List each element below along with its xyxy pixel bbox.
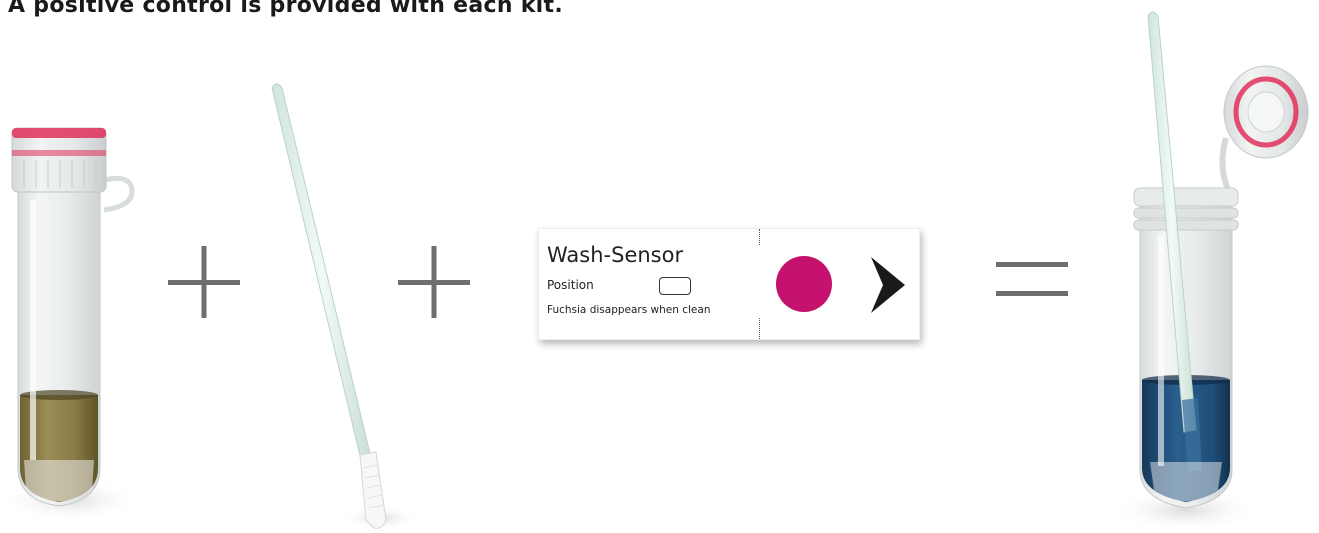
page-heading: A positive control is provided with each… [8,0,564,18]
plus-icon [168,246,240,318]
sensor-title: Wash-Sensor [547,243,684,267]
sensor-note: Fuchsia disappears when clean [547,304,711,316]
equals-icon [996,262,1068,296]
position-box [659,277,691,295]
plus-icon [398,246,470,318]
wash-sensor-card: Wash-Sensor Position Fuchsia disappears … [538,228,920,340]
arrow-right-icon [871,257,905,313]
sensor-position-label: Position [547,278,594,292]
fuchsia-indicator-dot [776,256,832,312]
